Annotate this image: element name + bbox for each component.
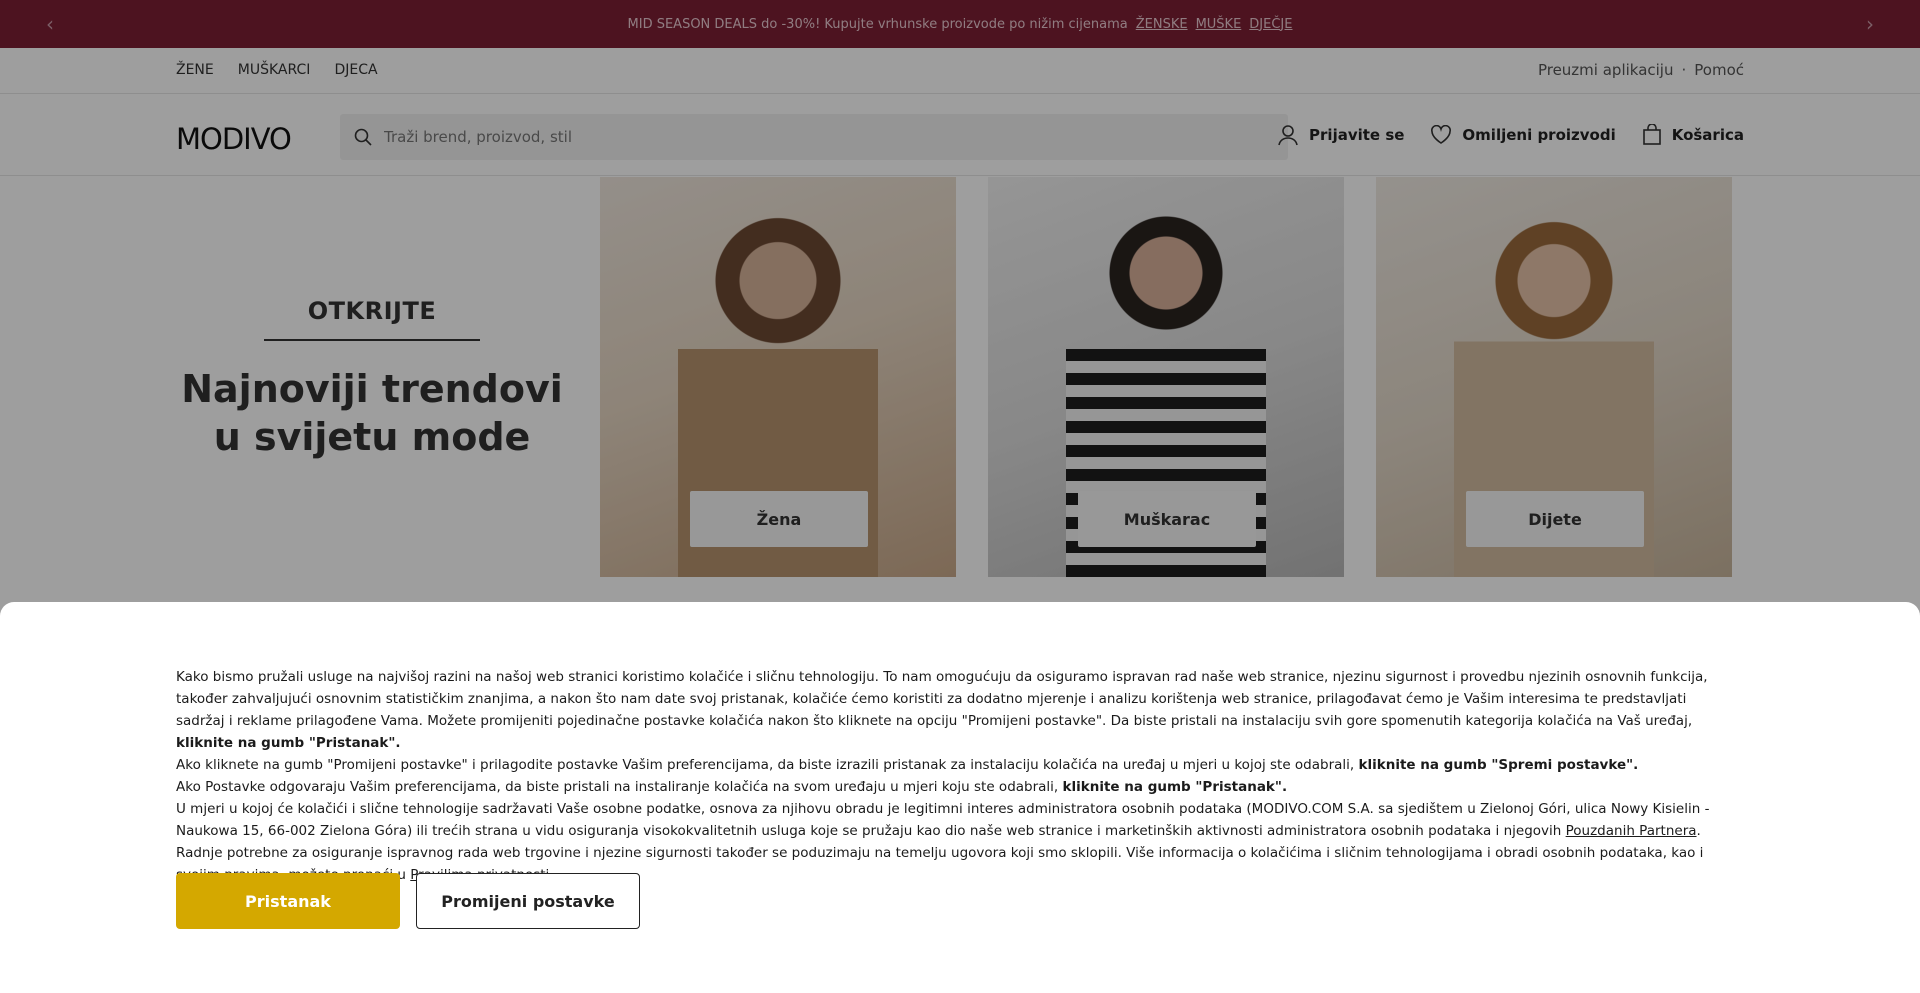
cookie-text-span: Ako Postavke odgovaraju Vašim preferenci… bbox=[176, 779, 1063, 795]
cookie-text-span: Kako bismo pružali usluge na najvišoj ra… bbox=[176, 669, 1708, 729]
cookie-paragraph: Ako kliknete na gumb "Promijeni postavke… bbox=[176, 754, 1736, 776]
cookie-text-bold: kliknite na gumb "Pristanak". bbox=[176, 735, 401, 751]
cookie-text-span: U mjeri u kojoj će kolačići i slične teh… bbox=[176, 801, 1710, 839]
cookie-consent-panel: Kako bismo pružali usluge na najvišoj ra… bbox=[0, 602, 1920, 993]
trusted-partners-link[interactable]: Pouzdanih Partnera bbox=[1566, 823, 1697, 839]
cookie-text: Kako bismo pružali usluge na najvišoj ra… bbox=[176, 666, 1736, 886]
cookie-text-span: Ako kliknete na gumb "Promijeni postavke… bbox=[176, 757, 1359, 773]
cookie-paragraph: U mjeri u kojoj će kolačići i slične teh… bbox=[176, 798, 1736, 886]
cookie-text-bold: kliknite na gumb "Pristanak". bbox=[1062, 779, 1288, 795]
cookie-text-bold: kliknite na gumb "Spremi postavke". bbox=[1358, 757, 1639, 773]
cookie-paragraph: Kako bismo pružali usluge na najvišoj ra… bbox=[176, 666, 1736, 754]
change-settings-button[interactable]: Promijeni postavke bbox=[416, 873, 640, 929]
accept-cookies-button[interactable]: Pristanak bbox=[176, 873, 400, 929]
cookie-paragraph: Ako Postavke odgovaraju Vašim preferenci… bbox=[176, 776, 1736, 798]
